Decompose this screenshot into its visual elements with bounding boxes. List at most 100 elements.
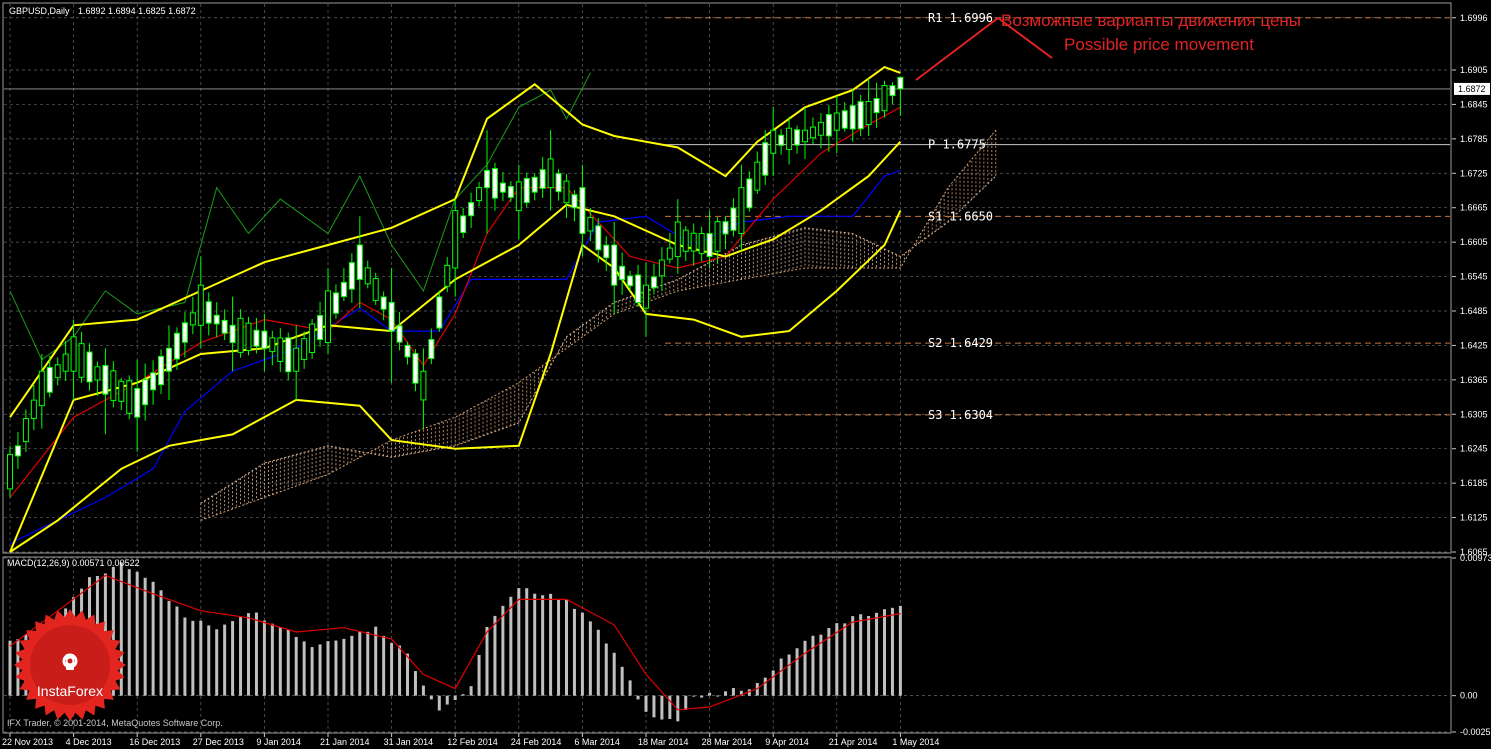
macd-histogram-bar: [572, 608, 576, 696]
candle-body: [22, 418, 29, 443]
time-axis-label: 9 Jan 2014: [256, 737, 301, 747]
candle-body: [348, 262, 355, 290]
macd-histogram-bar: [700, 695, 704, 698]
candle-body: [173, 332, 180, 360]
candle-body: [356, 244, 363, 280]
pivot-label-s2: S2 1.6429: [928, 336, 993, 350]
candle-body: [897, 76, 904, 90]
candle-body: [746, 178, 753, 209]
macd-histogram-bar: [254, 612, 258, 696]
macd-histogram-bar: [509, 596, 513, 696]
candle-body: [507, 185, 514, 198]
macd-histogram-bar: [270, 623, 274, 696]
candle-body: [7, 453, 13, 490]
price-axis-label: 1.6996: [1460, 13, 1488, 23]
price-axis-label: 1.6365: [1460, 375, 1488, 385]
macd-histogram-bar: [620, 666, 624, 696]
candle-body: [833, 112, 840, 131]
macd-histogram-bar: [867, 616, 871, 696]
price-axis-label: 1.6485: [1460, 306, 1488, 316]
ohlc-text: 1.6892 1.6894 1.6825 1.6872: [78, 6, 196, 16]
macd-histogram-bar: [565, 599, 568, 696]
candle-body: [253, 329, 260, 347]
macd-histogram-bar: [239, 616, 243, 696]
macd-histogram-bar: [493, 615, 497, 696]
candle-body: [277, 337, 284, 362]
macd-axis-label: 0.00973: [1460, 553, 1491, 563]
macd-histogram-bar: [437, 695, 441, 711]
candle-body: [142, 378, 149, 406]
macd-histogram-bar: [716, 695, 720, 697]
annotation-en-text: Possible price movement: [1064, 35, 1254, 54]
macd-histogram-bar: [302, 641, 306, 696]
macd-histogram-bar: [525, 588, 529, 696]
candle-body: [674, 221, 681, 257]
candle-body: [404, 344, 411, 358]
candle-body: [484, 169, 490, 189]
time-axis-label: 4 Dec 2013: [66, 737, 112, 747]
macd-histogram-bar: [406, 653, 409, 696]
price-axis-label: 1.6185: [1460, 478, 1488, 488]
macd-histogram-bar: [183, 617, 187, 696]
price-axis-label: 1.6245: [1460, 444, 1488, 454]
macd-histogram-bar: [875, 612, 879, 696]
candle-body: [738, 187, 745, 235]
candle-body: [611, 244, 618, 286]
macd-histogram-bar: [859, 614, 863, 696]
candle-body: [325, 290, 331, 344]
candle-body: [309, 323, 316, 353]
candle-body: [436, 296, 443, 329]
macd-histogram-bar: [413, 671, 417, 696]
macd-histogram-bar: [223, 624, 227, 696]
macd-histogram-bar: [883, 609, 886, 696]
candle-body: [94, 366, 101, 381]
candle-body: [714, 221, 721, 252]
candle-body: [285, 337, 292, 373]
chart-window: R1 1.6996 P 1.6775 S1 1.6650 S2 1.6429 S3 1.…: [0, 0, 1491, 749]
time-axis-label: 28 Mar 2014: [702, 737, 753, 747]
candle-body: [221, 319, 228, 334]
candle-body: [78, 343, 85, 378]
candle-body: [515, 181, 522, 212]
candle-body: [70, 336, 77, 372]
macd-histogram-bar: [533, 593, 537, 696]
macd-histogram-bar: [8, 640, 12, 696]
price-axis-label: 1.6845: [1460, 99, 1488, 109]
candle-body: [778, 134, 785, 146]
macd-histogram-bar: [421, 685, 425, 696]
macd-histogram-bar: [724, 691, 727, 696]
macd-axis-label: 0.00: [1460, 691, 1478, 701]
candle-body: [809, 126, 816, 139]
candle-body: [706, 233, 713, 257]
candle-body: [14, 445, 21, 457]
pivot-label-r1: R1 1.6996: [928, 11, 993, 25]
candle-body: [118, 380, 125, 402]
time-axis-label: 6 Mar 2014: [574, 737, 620, 747]
candle-body: [579, 187, 586, 235]
price-axis-label: 1.6545: [1460, 272, 1488, 282]
candle-body: [38, 370, 45, 407]
candle-body: [722, 221, 729, 235]
time-axis-label: 27 Dec 2013: [193, 737, 244, 747]
candle-body: [86, 351, 93, 383]
macd-histogram-bar: [278, 627, 282, 696]
price-axis-label: 1.6605: [1460, 237, 1488, 247]
macd-histogram-bar: [541, 595, 545, 696]
macd-histogram-bar: [366, 631, 370, 696]
macd-histogram-bar: [787, 654, 791, 696]
macd-histogram-bar: [429, 695, 433, 700]
price-chart-canvas: R1 1.6996 P 1.6775 S1 1.6650 S2 1.6429 S3 1.…: [0, 0, 1491, 749]
pivot-label-s1: S1 1.6650: [928, 209, 993, 223]
candle-body: [658, 259, 665, 277]
candle-body: [539, 169, 546, 189]
macd-histogram-bar: [207, 625, 211, 696]
candle-body: [857, 101, 864, 130]
price-axis-label: 1.6125: [1460, 513, 1488, 523]
macd-histogram-bar: [175, 606, 179, 696]
candle-body: [340, 281, 347, 298]
copyright-footer: IFX Trader, © 2001-2014, MetaQuotes Soft…: [7, 718, 223, 728]
macd-histogram-bar: [795, 648, 799, 696]
macd-histogram-bar: [445, 695, 449, 705]
candle-body: [841, 110, 848, 129]
candle-body: [889, 85, 896, 97]
